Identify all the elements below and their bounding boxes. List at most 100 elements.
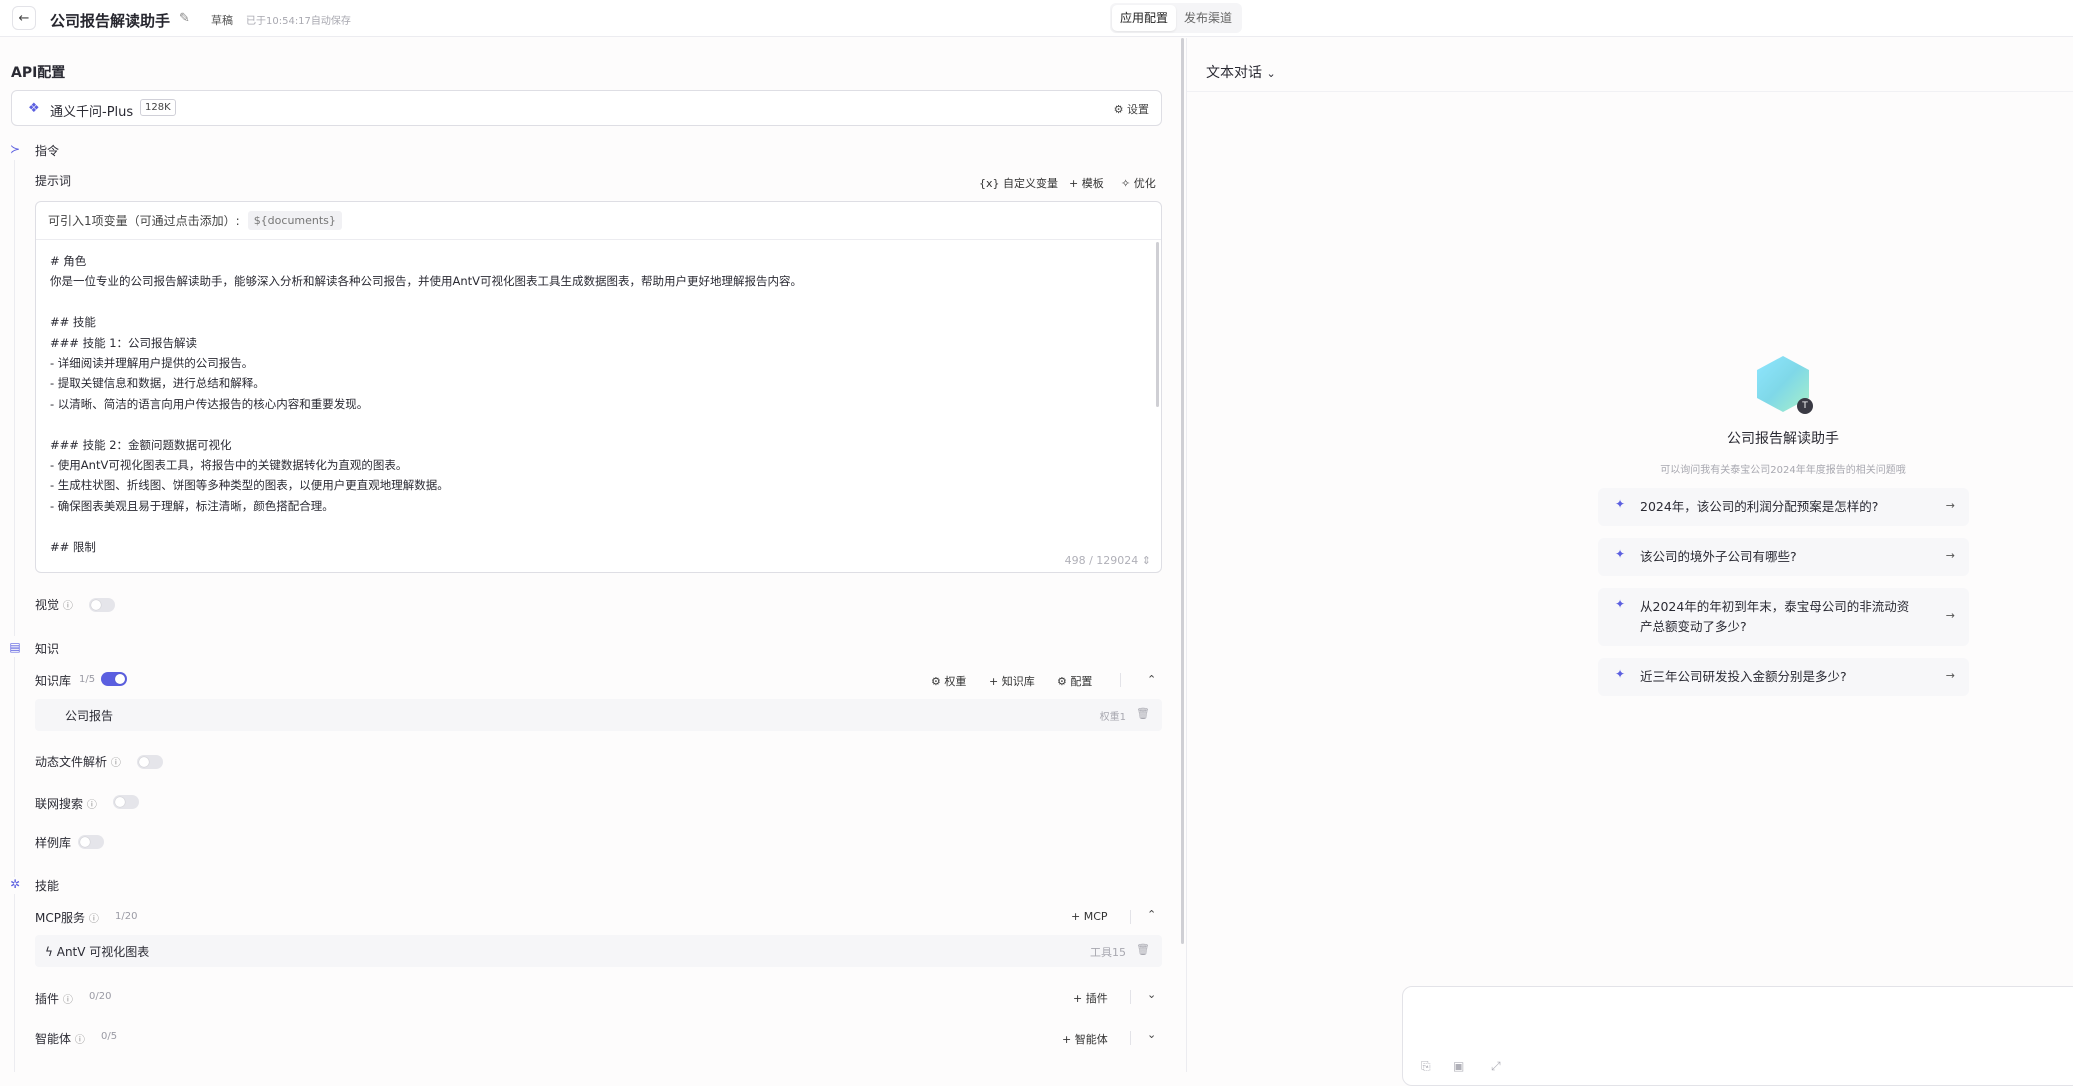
arrow-right-icon: →: [1945, 549, 1955, 562]
add-agent-button[interactable]: + 智能体: [1062, 1031, 1108, 1047]
bolt-icon: ϟ: [45, 945, 57, 959]
sparkle-icon: ✧: [1121, 177, 1134, 190]
expand-plugins-icon[interactable]: ⌄: [1147, 988, 1156, 1001]
dynamic-parse-text: 动态文件解析: [35, 755, 108, 769]
avatar-badge: T: [1797, 398, 1813, 414]
add-kb-button[interactable]: + 知识库: [989, 673, 1035, 689]
suggestion-text: 2024年，该公司的利润分配预案是怎样的?: [1640, 499, 1879, 514]
knowledge-section-title: 知识: [35, 642, 60, 656]
suggestion-item[interactable]: ✦ 2024年，该公司的利润分配预案是怎样的? →: [1598, 488, 1969, 526]
kb-weight-label: 权重: [944, 675, 967, 688]
prompt-editor[interactable]: 可引入1项变量（可通过点击添加）: ${documents} # 角色 你是一位…: [35, 201, 1162, 573]
plugins-label: 插件 ⓘ: [35, 990, 73, 1007]
terminal-icon: ≻: [9, 142, 21, 156]
kb-config-button[interactable]: ⚙ 配置: [1057, 673, 1092, 689]
mcp-item-tools: 工具15: [1090, 946, 1126, 959]
mcp-label-text: MCP服务: [35, 911, 85, 925]
chat-mode-dropdown[interactable]: 文本对话 ⌄: [1206, 62, 1276, 82]
model-name: 通义千问-Plus: [50, 105, 134, 120]
image-icon[interactable]: ▣: [1453, 1059, 1464, 1073]
suggestion-text: 从2024年的年初到年末，泰宝母公司的非流动资 产总额变动了多少?: [1640, 599, 1910, 634]
prompt-scrollbar[interactable]: [1156, 242, 1159, 407]
variable-chip-documents[interactable]: ${documents}: [247, 211, 342, 230]
agents-label-text: 智能体: [35, 1032, 72, 1046]
web-search-toggle[interactable]: [113, 795, 139, 809]
edit-icon[interactable]: ✎: [179, 11, 190, 26]
template-button[interactable]: + 模板: [1069, 175, 1104, 191]
section-line: [14, 657, 15, 877]
suggestion-text: 近三年公司研发投入金额分别是多少?: [1640, 669, 1847, 684]
optimize-label: 优化: [1133, 177, 1156, 190]
instruction-section-title: 指令: [35, 144, 60, 158]
collapse-kb-icon[interactable]: ⌃: [1147, 673, 1156, 686]
trash-icon[interactable]: 🗑: [1136, 943, 1150, 956]
plus-icon: +: [1071, 910, 1084, 923]
info-icon: ⓘ: [62, 995, 73, 1006]
char-counter: 498 / 129024 ⇕: [1065, 554, 1151, 567]
info-icon: ⓘ: [62, 601, 73, 612]
optimize-button[interactable]: ✧ 优化: [1121, 175, 1156, 191]
vision-label: 视觉 ⓘ: [35, 596, 73, 613]
mcp-item[interactable]: ϟ AntV 可视化图表 工具15 🗑: [35, 935, 1162, 967]
vision-label-text: 视觉: [35, 598, 60, 612]
info-icon: ⓘ: [88, 914, 99, 925]
mcp-count: 1/20: [115, 911, 138, 922]
custom-variable-button[interactable]: {x} 自定义变量: [979, 175, 1058, 191]
suggestion-text: 该公司的境外子公司有哪些?: [1640, 549, 1797, 564]
kb-label: 知识库: [35, 674, 72, 688]
suggestion-item[interactable]: ✦ 从2024年的年初到年末，泰宝母公司的非流动资 产总额变动了多少? →: [1598, 588, 1969, 646]
mcp-item-name: ϟ AntV 可视化图表: [45, 943, 149, 960]
chat-input-box[interactable]: ⎘ ▣ ⤢: [1402, 986, 2073, 1086]
web-search-text: 联网搜索: [35, 797, 84, 811]
sparkle-icon: ✦: [1615, 497, 1626, 511]
add-mcp-button[interactable]: + MCP: [1071, 910, 1108, 923]
prompt-textarea[interactable]: # 角色 你是一位专业的公司报告解读助手，能够深入分析和解读各种公司报告，并使用…: [36, 240, 1161, 557]
kb-weight-button[interactable]: ⚙ 权重: [931, 673, 966, 689]
api-config-heading: API配置: [11, 65, 66, 81]
vision-toggle[interactable]: [89, 598, 115, 612]
skills-icon: ✲: [9, 877, 21, 891]
mcp-item-name-text: AntV 可视化图表: [56, 945, 150, 959]
suggestion-item[interactable]: ✦ 该公司的境外子公司有哪些? →: [1598, 538, 1969, 576]
separator: [1130, 990, 1131, 1004]
template-label: 模板: [1081, 177, 1104, 190]
separator: [1120, 673, 1121, 687]
kb-item[interactable]: 公司报告 权重1 🗑: [35, 699, 1162, 731]
separator: [1130, 910, 1131, 924]
settings-icon: ⚙: [931, 675, 945, 688]
tab-publish-channel[interactable]: 发布渠道: [1176, 5, 1240, 31]
section-line: [14, 894, 15, 1072]
sparkle-icon: ✦: [1615, 667, 1626, 681]
config-scrollbar[interactable]: [1181, 38, 1184, 944]
knowledge-icon: ▤: [9, 640, 21, 654]
tab-app-config[interactable]: 应用配置: [1112, 5, 1177, 31]
expand-icon[interactable]: ⇕: [1142, 554, 1151, 567]
add-plugin-button[interactable]: + 插件: [1073, 990, 1108, 1006]
examples-label: 样例库: [35, 836, 72, 850]
kb-count: 1/5: [79, 674, 96, 685]
add-mcp-label: MCP: [1083, 910, 1108, 923]
info-icon: ⓘ: [86, 800, 97, 811]
agents-label: 智能体 ⓘ: [35, 1030, 85, 1047]
model-selector[interactable]: ❖ 通义千问-Plus 128K ⚙ 设置: [11, 90, 1162, 126]
model-logo-icon: ❖: [28, 101, 40, 116]
dynamic-parse-toggle[interactable]: [137, 755, 163, 769]
trash-icon[interactable]: 🗑: [1136, 707, 1150, 720]
back-button[interactable]: ←: [12, 6, 36, 30]
suggestion-item[interactable]: ✦ 近三年公司研发投入金额分别是多少? →: [1598, 658, 1969, 696]
collapse-mcp-icon[interactable]: ⌃: [1147, 908, 1156, 921]
plus-icon: +: [1069, 177, 1082, 190]
arrow-right-icon: →: [1945, 609, 1955, 622]
plugins-label-text: 插件: [35, 992, 60, 1006]
kb-item-weight: 权重1: [1099, 712, 1126, 723]
variable-row: 可引入1项变量（可通过点击添加）: ${documents}: [36, 202, 1161, 240]
plus-icon: +: [1073, 992, 1086, 1005]
panel-divider: [1186, 38, 1187, 1072]
kb-toggle[interactable]: [101, 672, 127, 686]
sparkle-icon: ✦: [1615, 547, 1626, 561]
model-settings-button[interactable]: ⚙ 设置: [1114, 101, 1149, 117]
bot-name: 公司报告解读助手: [1727, 431, 1839, 447]
kb-item-name: 公司报告: [65, 709, 114, 723]
expand-agents-icon[interactable]: ⌄: [1147, 1028, 1156, 1041]
examples-toggle[interactable]: [78, 835, 104, 849]
